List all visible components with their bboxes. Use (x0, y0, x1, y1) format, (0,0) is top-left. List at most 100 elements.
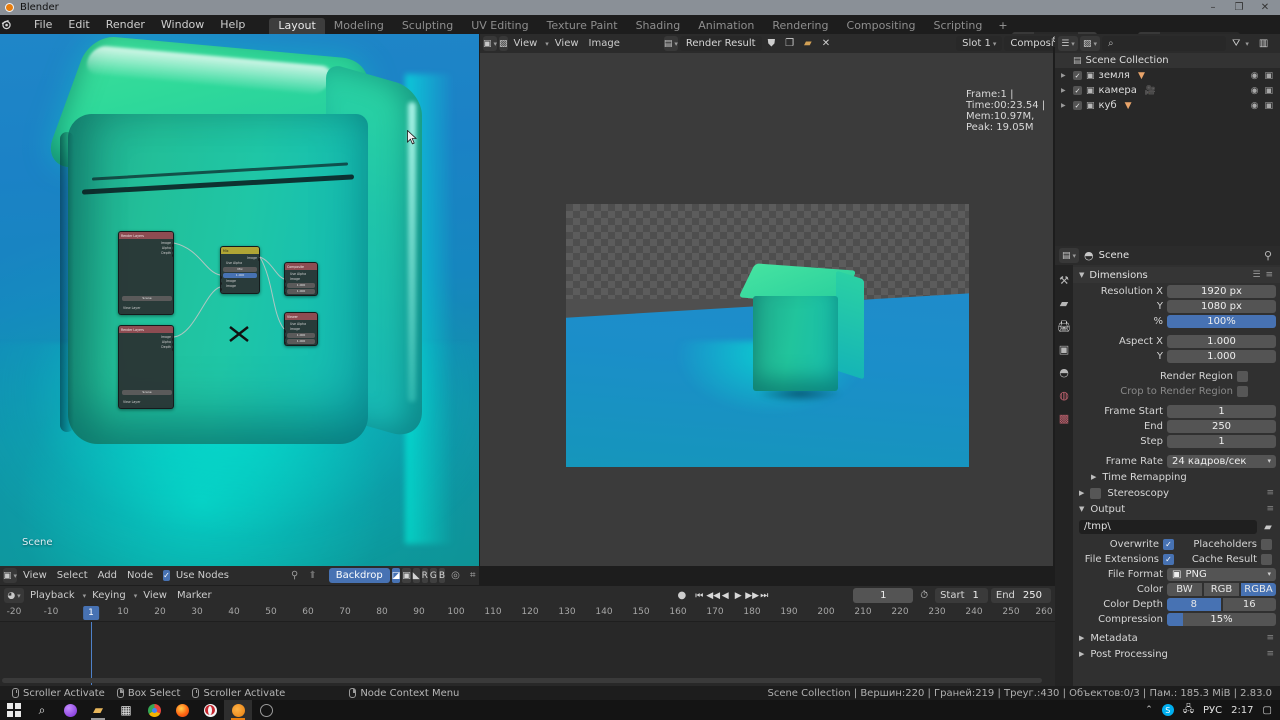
menu-keying[interactable]: Keying (88, 588, 130, 603)
use-nodes-label[interactable]: Use Nodes (172, 568, 233, 583)
start-frame-value[interactable]: 1 (970, 590, 988, 601)
post-processing-panel[interactable]: ▶ Post Processing ≡ (1073, 646, 1280, 662)
timeline-ruler[interactable]: -20 -10 1 10 20 30 40 50 60 70 80 90 100… (0, 605, 1055, 622)
cache-result-checkbox[interactable] (1261, 553, 1272, 565)
jump-end-icon[interactable]: ⏭ (758, 591, 770, 601)
menu-node-view[interactable]: View (19, 568, 51, 583)
node-editor-backdrop-area[interactable]: Render Layers Image Alpha Depth Scene Vi… (0, 34, 479, 566)
menu-window[interactable]: Window (153, 15, 212, 34)
next-keyframe-icon[interactable]: ▶▶ (745, 591, 759, 601)
language-indicator[interactable]: РУС (1203, 705, 1222, 716)
frame-range-end[interactable]: End 250 (990, 588, 1051, 603)
tab-compositing[interactable]: Compositing (838, 18, 925, 34)
file-extensions-checkbox[interactable]: ✓ (1163, 553, 1174, 565)
blender-menu-icon[interactable] (0, 18, 26, 31)
viewer-node[interactable]: Viewer Use Alpha Image 1.000 1.000 (284, 312, 318, 346)
eye-icon[interactable]: ◉ (1251, 101, 1259, 111)
outliner-item-label[interactable]: земля (1099, 70, 1130, 81)
outliner-header[interactable]: ☰ ▾ ▨ ▾ ⌕ ⛛ ▾ ▥ (1055, 34, 1280, 53)
frame-rate-row[interactable]: Frame Rate 24 кадров/сек ▾ (1073, 454, 1276, 468)
tab-scene-icon[interactable]: ◓ (1059, 366, 1069, 379)
output-path-row[interactable]: /tmp\ ▰ (1079, 520, 1276, 534)
frame-end-row[interactable]: End 250 (1073, 419, 1276, 433)
disclosure-icon[interactable]: ▼ (1079, 271, 1084, 279)
resolution-y-field[interactable]: 1080 px (1167, 299, 1276, 313)
menu-marker[interactable]: Marker (173, 588, 216, 603)
visibility-toggles[interactable]: ◉ ▣ (1251, 71, 1280, 81)
color-rgb-option[interactable]: RGB (1204, 582, 1239, 596)
playhead[interactable]: 1 (83, 606, 99, 620)
tab-render-icon[interactable]: ▰ (1060, 297, 1068, 310)
tab-sculpting[interactable]: Sculpting (393, 18, 462, 34)
frame-range-start[interactable]: Start 1 (935, 588, 988, 603)
disclosure-icon[interactable]: ▶ (1079, 489, 1084, 497)
enable-checkbox[interactable]: ✓ (1073, 101, 1082, 110)
taskbar-blender[interactable] (224, 700, 252, 720)
tab-scripting[interactable]: Scripting (924, 18, 991, 34)
jump-start-icon[interactable]: ⏮ (693, 591, 705, 601)
image-editor-type-icon[interactable]: ▣ ▾ (483, 36, 498, 51)
visibility-toggles[interactable]: ◉ ▣ (1251, 86, 1280, 96)
node-header[interactable]: Render Layers (119, 326, 173, 333)
image-mode-icon[interactable]: ▨ (499, 36, 508, 51)
outliner-item-label[interactable]: куб (1099, 100, 1117, 111)
zoom-icon[interactable]: ◎ (447, 568, 464, 583)
end-frame-value[interactable]: 250 (1020, 590, 1051, 601)
node-socket[interactable] (172, 338, 173, 341)
disclosure-icon[interactable]: ▼ (1079, 505, 1084, 513)
node-socket[interactable] (172, 348, 173, 351)
taskbar-unknown-app[interactable] (252, 700, 280, 720)
disclosure-icon[interactable]: ▶ (1091, 473, 1096, 481)
timeline-type-icon[interactable]: ◕ ▾ (4, 588, 24, 603)
node-socket[interactable] (172, 244, 173, 247)
composite-z[interactable]: 1.000 (287, 289, 315, 294)
compression-slider[interactable]: 15% (1167, 612, 1276, 626)
search-input[interactable]: ⌕ (1102, 36, 1226, 51)
color-bw-option[interactable]: BW (1167, 582, 1202, 596)
aspect-y-row[interactable]: Y 1.000 (1073, 349, 1276, 363)
image-datablock-name[interactable]: Render Result (679, 36, 762, 51)
tab-uv-editing[interactable]: UV Editing (462, 18, 537, 34)
render-slot-select[interactable]: Slot 1 ▾ (956, 36, 1003, 51)
open-folder-icon[interactable]: ▰ (800, 36, 816, 51)
channel-half-icon[interactable]: ◣ (412, 568, 420, 583)
aspect-x-row[interactable]: Aspect X 1.000 (1073, 334, 1276, 348)
image-editor-header[interactable]: ▣ ▾ ▨ View ▾ View Image ▤ ▾ Render Result … (480, 34, 1053, 53)
timeline-controls[interactable]: ● ⏮ ◀◀ ◀ ▶ ▶▶ ⏭ 1 ⏱ Start 1 End 250 (674, 588, 1051, 603)
outliner-item-kamera[interactable]: ▶ ✓ ▣ камера 🎥 ◉ ▣ (1055, 83, 1280, 98)
prev-keyframe-icon[interactable]: ◀◀ (706, 591, 720, 601)
frame-end-field[interactable]: 250 (1167, 419, 1276, 433)
resolution-y-row[interactable]: Y 1080 px (1073, 299, 1276, 313)
outliner-item-kub[interactable]: ▶ ✓ ▣ куб ▼ ◉ ▣ (1055, 98, 1280, 113)
enable-checkbox[interactable]: ✓ (1073, 71, 1082, 80)
outliner-scene-collection[interactable]: ▤ Scene Collection (1055, 53, 1280, 68)
composite-alpha[interactable]: 1.000 (287, 283, 315, 288)
record-icon[interactable]: ● (674, 588, 691, 603)
taskbar-opera[interactable] (196, 700, 224, 720)
properties-area[interactable]: ▤ ▾ ◓ Scene ⚲ ⚒ ▰ 🖨 ▣ ◓ ◍ ▩ ▼ Dimensions … (1055, 246, 1280, 686)
disclosure-icon[interactable]: ▶ (1061, 102, 1069, 109)
output-path-input[interactable]: /tmp\ (1079, 520, 1257, 534)
menu-view-mode[interactable]: View (510, 36, 542, 51)
resolution-percent-row[interactable]: % 100% (1073, 314, 1276, 328)
tray-expand-icon[interactable]: ⌃ (1145, 705, 1153, 715)
frame-start-row[interactable]: Frame Start 1 (1073, 404, 1276, 418)
stopwatch-icon[interactable]: ⏱ (916, 588, 932, 603)
color-rgba-option[interactable]: RGBA (1241, 582, 1276, 596)
play-icon[interactable]: ▶ (732, 591, 744, 601)
camera-icon[interactable]: ▣ (1264, 101, 1273, 111)
image-editor-area[interactable]: ▣ ▾ ▨ View ▾ View Image ▤ ▾ Render Result … (480, 34, 1053, 566)
timeline-hscrollbar[interactable] (2, 678, 1042, 683)
pin-icon[interactable]: ⚲ (1264, 249, 1276, 262)
close-button[interactable]: ✕ (1252, 2, 1278, 13)
disclosure-icon[interactable]: ▶ (1079, 650, 1084, 658)
node-socket[interactable] (258, 258, 259, 261)
color-depth-row[interactable]: Color Depth 8 16 (1073, 597, 1276, 611)
node-scene-field[interactable]: Scene (122, 390, 172, 395)
timeline-header[interactable]: ◕ ▾ Playback ▾ Keying ▾ View Marker ● ⏮ ◀… (0, 586, 1055, 605)
new-collection-icon[interactable]: ▥ (1255, 36, 1272, 51)
tab-tool-icon[interactable]: ⚒ (1059, 274, 1069, 287)
node-scene-field[interactable]: Scene (122, 296, 172, 301)
tab-animation[interactable]: Animation (689, 18, 763, 34)
resolution-x-row[interactable]: Resolution X 1920 px (1073, 284, 1276, 298)
